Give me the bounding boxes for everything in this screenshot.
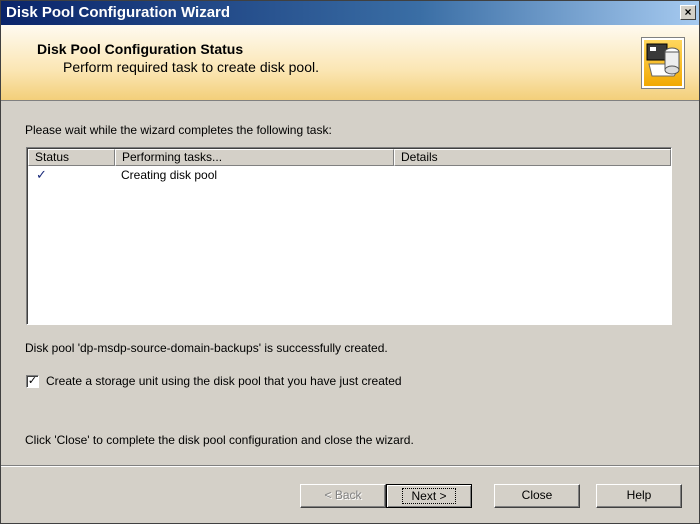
wizard-window: Disk Pool Configuration Wizard × Disk Po… xyxy=(0,0,700,524)
disk-pool-wizard-icon xyxy=(641,37,685,89)
task-name: Creating disk pool xyxy=(121,168,218,182)
status-check-icon: ✓ xyxy=(36,167,47,182)
back-button[interactable]: < Back xyxy=(300,484,386,508)
header-title: Disk Pool Configuration Status xyxy=(37,41,244,57)
column-header-details[interactable]: Details xyxy=(394,149,671,166)
window-title: Disk Pool Configuration Wizard xyxy=(6,4,231,21)
success-message: Disk pool 'dp-msdp-source-domain-backups… xyxy=(25,341,388,355)
create-storage-unit-label[interactable]: Create a storage unit using the disk poo… xyxy=(46,374,402,388)
next-button-label: Next > xyxy=(402,488,456,504)
table-row[interactable]: ✓ Creating disk pool xyxy=(28,167,671,183)
create-storage-unit-checkbox[interactable]: ✓ xyxy=(26,374,39,388)
task-list[interactable]: Status Performing tasks... Details ✓ Cre… xyxy=(26,147,672,325)
title-bar[interactable]: Disk Pool Configuration Wizard × xyxy=(1,1,699,25)
create-storage-unit-option[interactable]: ✓ Create a storage unit using the disk p… xyxy=(26,374,402,388)
help-button[interactable]: Help xyxy=(596,484,682,508)
column-header-status[interactable]: Status xyxy=(28,149,115,166)
task-details xyxy=(394,167,671,183)
disk-pool-icon-graphic xyxy=(646,43,680,77)
window-close-button[interactable]: × xyxy=(680,5,696,20)
column-header-task[interactable]: Performing tasks... xyxy=(115,149,394,166)
next-button[interactable]: Next > xyxy=(386,484,472,508)
wizard-header: Disk Pool Configuration Status Perform r… xyxy=(1,25,699,101)
close-instruction: Click 'Close' to complete the disk pool … xyxy=(25,433,414,447)
intro-text: Please wait while the wizard completes t… xyxy=(25,123,332,137)
header-subtitle: Perform required task to create disk poo… xyxy=(63,59,320,75)
footer-separator xyxy=(1,465,699,467)
close-button[interactable]: Close xyxy=(494,484,580,508)
task-list-header: Status Performing tasks... Details xyxy=(28,149,671,166)
